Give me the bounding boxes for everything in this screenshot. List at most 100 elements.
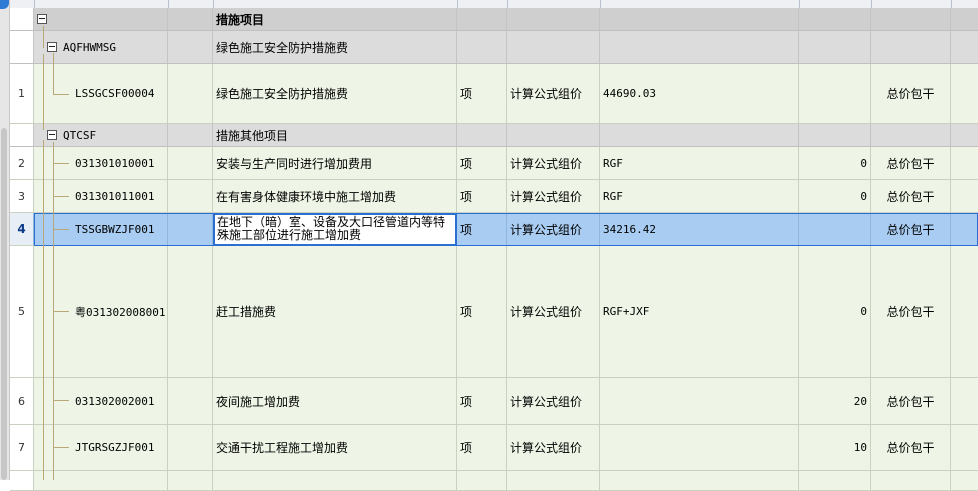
quantity-cell[interactable]: 0 [799, 147, 871, 179]
name-cell[interactable] [213, 471, 457, 490]
tree-connector-line [53, 229, 69, 230]
package-cell[interactable] [871, 471, 951, 490]
quantity-cell[interactable]: 20 [799, 378, 871, 424]
formula-cell[interactable]: RGF [600, 147, 799, 179]
method-cell[interactable]: 计算公式组价 [507, 64, 600, 123]
extra-cell[interactable] [951, 64, 978, 123]
unit-cell[interactable] [457, 471, 507, 490]
header-extra[interactable] [951, 0, 978, 8]
category-cell[interactable] [168, 425, 213, 470]
formula-cell[interactable]: RGF [600, 180, 799, 212]
row-number [10, 8, 34, 30]
name-cell[interactable]: 夜间施工增加费 [213, 378, 457, 424]
header-package[interactable] [871, 0, 952, 8]
formula-cell[interactable] [600, 378, 799, 424]
unit-cell[interactable]: 项 [457, 64, 507, 123]
table-row[interactable]: 1 LSSGCSF00004 绿色施工安全防护措施费 项 计算公式组价 4469… [10, 64, 978, 124]
unit-cell [457, 8, 507, 30]
collapse-toggle-icon[interactable] [47, 130, 57, 140]
unit-cell[interactable]: 项 [457, 425, 507, 470]
quantity-cell [799, 124, 871, 146]
quantity-cell[interactable]: 0 [799, 246, 871, 377]
code-cell[interactable]: 031302002001 [34, 378, 168, 424]
package-cell[interactable]: 总价包干 [871, 246, 951, 377]
category-cell[interactable] [168, 378, 213, 424]
quantity-cell[interactable] [799, 471, 871, 490]
category-cell[interactable] [168, 180, 213, 212]
extra-cell[interactable] [951, 378, 978, 424]
package-cell[interactable]: 总价包干 [871, 378, 951, 424]
tree-connector-line [53, 311, 69, 312]
extra-cell[interactable] [951, 180, 978, 212]
scrollbar-thumb[interactable] [1, 128, 7, 480]
row-number [10, 471, 34, 490]
row-number [10, 124, 34, 146]
table-row[interactable]: 3 031301011001 在有害身体健康环境中施工增加费 项 计算公式组价 … [10, 180, 978, 213]
formula-cell[interactable] [600, 471, 799, 490]
package-cell[interactable]: 总价包干 [871, 425, 951, 470]
name-cell[interactable]: 赶工措施费 [213, 246, 457, 377]
table-row[interactable]: QTCSF 措施其他项目 [10, 124, 978, 147]
table-row[interactable] [10, 471, 978, 491]
quantity-cell[interactable]: 10 [799, 425, 871, 470]
table-row[interactable]: 措施项目 [10, 8, 978, 31]
collapse-toggle-icon[interactable] [47, 42, 57, 52]
code-cell[interactable] [34, 471, 168, 490]
name-cell[interactable]: 绿色施工安全防护措施费 [213, 31, 457, 63]
category-cell[interactable] [168, 147, 213, 179]
extra-cell[interactable] [951, 246, 978, 377]
header-name[interactable] [213, 0, 458, 8]
formula-cell[interactable]: 44690.03 [600, 64, 799, 123]
package-cell[interactable]: 总价包干 [871, 64, 951, 123]
row-number [10, 31, 34, 63]
header-formula[interactable] [600, 0, 800, 8]
method-cell[interactable]: 计算公式组价 [507, 246, 600, 377]
category-cell[interactable] [168, 246, 213, 377]
extra-cell[interactable] [951, 147, 978, 179]
quantity-cell[interactable]: 0 [799, 180, 871, 212]
row-number: 2 [10, 147, 34, 179]
method-cell[interactable]: 计算公式组价 [507, 378, 600, 424]
table-row[interactable]: AQFHWMSG 绿色施工安全防护措施费 [10, 31, 978, 64]
extra-cell[interactable] [951, 425, 978, 470]
table-row[interactable]: 2 031301010001 安装与生产同时进行增加费用 项 计算公式组价 RG… [10, 147, 978, 180]
header-unit[interactable] [457, 0, 508, 8]
unit-cell[interactable]: 项 [457, 180, 507, 212]
formula-cell[interactable] [600, 425, 799, 470]
table-row-selected[interactable]: 4 TSSGBWZJF001 项 计算公式组价 34216.42 总价包干 在地… [10, 213, 978, 246]
name-cell[interactable]: 安装与生产同时进行增加费用 [213, 147, 457, 179]
header-quantity[interactable] [799, 0, 872, 8]
package-cell[interactable]: 总价包干 [871, 180, 951, 212]
name-cell[interactable]: 在有害身体健康环境中施工增加费 [213, 180, 457, 212]
header-rownum[interactable] [10, 0, 35, 8]
package-cell[interactable]: 总价包干 [871, 147, 951, 179]
formula-cell[interactable]: RGF+JXF [600, 246, 799, 377]
header-code[interactable] [34, 0, 169, 8]
table-row[interactable]: 5 粤031302008001 赶工措施费 项 计算公式组价 RGF+JXF 0… [10, 246, 978, 378]
collapse-toggle-icon[interactable] [37, 14, 47, 24]
unit-cell[interactable]: 项 [457, 147, 507, 179]
method-cell[interactable] [507, 471, 600, 490]
header-category[interactable] [168, 0, 214, 8]
table-row[interactable]: 6 031302002001 夜间施工增加费 项 计算公式组价 20 总价包干 [10, 378, 978, 425]
name-cell[interactable]: 绿色施工安全防护措施费 [213, 64, 457, 123]
vertical-scrollbar[interactable] [0, 0, 10, 480]
unit-cell [457, 31, 507, 63]
name-cell[interactable]: 交通干扰工程施工增加费 [213, 425, 457, 470]
method-cell[interactable]: 计算公式组价 [507, 180, 600, 212]
quantity-cell[interactable] [799, 64, 871, 123]
method-cell[interactable]: 计算公式组价 [507, 425, 600, 470]
name-edit-cell[interactable]: 在地下（暗）室、设备及大口径管道内等特殊施工部位进行施工增加费 [213, 213, 457, 246]
category-cell[interactable] [168, 471, 213, 490]
category-cell[interactable] [168, 64, 213, 123]
tree-connector-line [53, 94, 69, 95]
extra-cell[interactable] [951, 471, 978, 490]
extra-cell [951, 31, 978, 63]
name-cell[interactable]: 措施其他项目 [213, 124, 457, 146]
table-row[interactable]: 7 JTGRSGZJF001 交通干扰工程施工增加费 项 计算公式组价 10 总… [10, 425, 978, 471]
unit-cell[interactable]: 项 [457, 246, 507, 377]
name-cell[interactable]: 措施项目 [213, 8, 457, 30]
method-cell[interactable]: 计算公式组价 [507, 147, 600, 179]
unit-cell[interactable]: 项 [457, 378, 507, 424]
header-method[interactable] [507, 0, 601, 8]
